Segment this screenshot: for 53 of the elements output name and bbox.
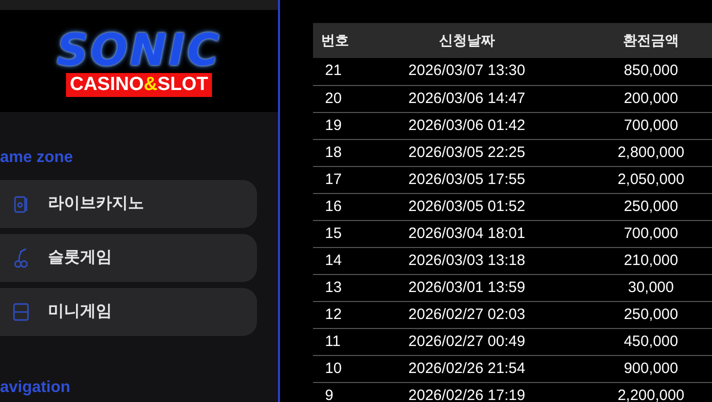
table-cell: 450,000: [558, 328, 712, 355]
table-cell: 2026/03/05 01:52: [374, 193, 559, 220]
table-cell: 700,000: [558, 112, 712, 139]
table-cell: 250,000: [558, 193, 712, 220]
table-cell: 19: [313, 112, 375, 139]
table-cell: 11: [313, 328, 375, 355]
table-cell: 2026/03/04 18:01: [374, 220, 559, 247]
table-cell: 2026/03/07 13:30: [374, 58, 559, 85]
table-cell: 14: [313, 247, 375, 274]
table-cell: 18: [313, 139, 375, 166]
card-icon: [14, 195, 28, 213]
table-cell: 2026/03/06 14:47: [374, 85, 559, 112]
table-cell: 2,200,000: [558, 382, 712, 402]
box-icon: [13, 303, 29, 321]
logo-subtitle: CASINO&SLOT: [66, 72, 212, 96]
table-cell: 210,000: [558, 247, 712, 274]
table-cell: 2026/02/26 21:54: [374, 355, 559, 382]
menu-item[interactable]: 미니게임: [0, 288, 257, 336]
cherry-icon: [14, 248, 28, 268]
table-cell: 2026/03/06 01:42: [374, 112, 559, 139]
table-cell: 2026/03/03 13:18: [374, 247, 559, 274]
table-cell: 2,050,000: [558, 166, 712, 193]
table-cell: 850,000: [558, 58, 712, 85]
table-cell: 16: [313, 193, 375, 220]
column-header: 신청날짜: [374, 23, 559, 58]
menu-item[interactable]: 라이브카지노: [0, 180, 257, 228]
column-header: 환전금액: [558, 23, 712, 58]
table-cell: 2026/02/26 17:19: [374, 382, 559, 402]
table-cell: 700,000: [558, 220, 712, 247]
table-cell: 21: [313, 58, 375, 85]
table-cell: 2026/03/05 22:25: [374, 139, 559, 166]
table-cell: 9: [313, 382, 375, 402]
table-cell: 200,000: [558, 85, 712, 112]
section-heading: ame zone: [0, 148, 74, 168]
menu-item[interactable]: 슬롯게임: [0, 234, 257, 282]
table-cell: 2,800,000: [558, 139, 712, 166]
table-cell: 17: [313, 166, 375, 193]
logo-title: SONIC: [56, 26, 222, 76]
table-cell: 20: [313, 85, 375, 112]
table-cell: 2026/03/01 13:59: [374, 274, 559, 301]
table-cell: 2026/02/27 02:03: [374, 301, 559, 328]
table-cell: 900,000: [558, 355, 712, 382]
table-cell: 10: [313, 355, 375, 382]
table-cell: 13: [313, 274, 375, 301]
table-cell: 15: [313, 220, 375, 247]
logo[interactable]: SONIC CASINO&SLOT: [0, 10, 278, 112]
section-heading: avigation: [0, 378, 72, 398]
table-cell: 30,000: [558, 274, 712, 301]
table-cell: 2026/02/27 00:49: [374, 328, 559, 355]
table-cell: 2026/03/05 17:55: [374, 166, 559, 193]
column-header: 번호: [313, 23, 375, 58]
table-cell: 12: [313, 301, 375, 328]
table-cell: 250,000: [558, 301, 712, 328]
